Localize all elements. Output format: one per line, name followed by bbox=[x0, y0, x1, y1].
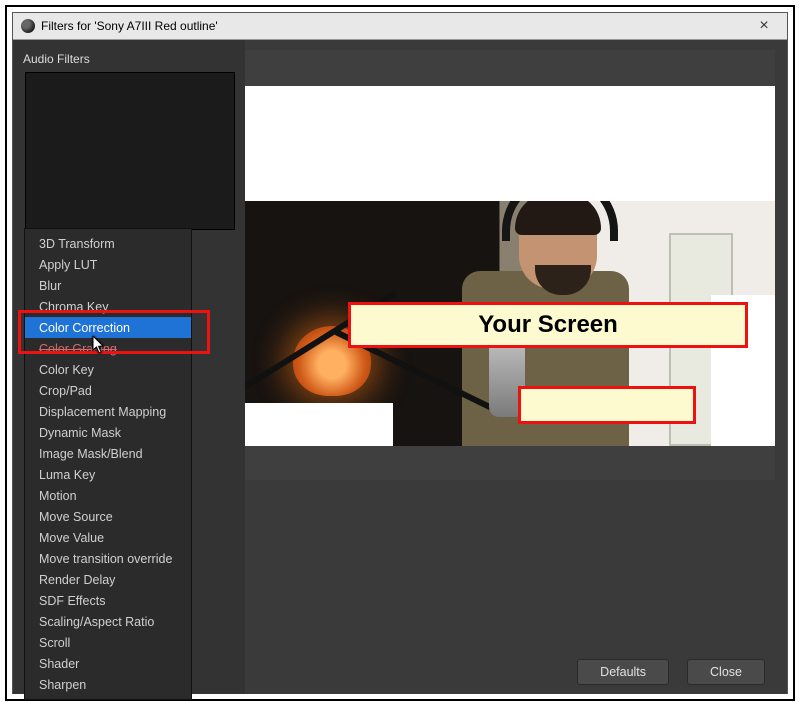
audio-filters-list[interactable] bbox=[25, 72, 235, 230]
menu-item-crop-pad[interactable]: Crop/Pad bbox=[25, 380, 191, 401]
menu-item-move-transition-override[interactable]: Move transition override bbox=[25, 548, 191, 569]
menu-item-render-delay[interactable]: Render Delay bbox=[25, 569, 191, 590]
menu-item-chroma-key[interactable]: Chroma Key bbox=[25, 296, 191, 317]
menu-item-motion[interactable]: Motion bbox=[25, 485, 191, 506]
titlebar[interactable]: Filters for 'Sony A7III Red outline' × bbox=[13, 13, 787, 40]
menu-item-luma-key[interactable]: Luma Key bbox=[25, 464, 191, 485]
menu-item-move-source[interactable]: Move Source bbox=[25, 506, 191, 527]
menu-item-color-grading[interactable]: Color Grading bbox=[25, 338, 191, 359]
defaults-button[interactable]: Defaults bbox=[577, 659, 669, 685]
audio-filters-label: Audio Filters bbox=[13, 48, 245, 72]
main-panel bbox=[245, 40, 787, 694]
menu-item-sdf-effects[interactable]: SDF Effects bbox=[25, 590, 191, 611]
menu-item-scaling-aspect-ratio[interactable]: Scaling/Aspect Ratio bbox=[25, 611, 191, 632]
menu-item-image-mask-blend[interactable]: Image Mask/Blend bbox=[25, 443, 191, 464]
menu-item-color-key[interactable]: Color Key bbox=[25, 359, 191, 380]
cursor-icon bbox=[92, 336, 106, 359]
menu-item-shader[interactable]: Shader bbox=[25, 653, 191, 674]
add-filter-menu[interactable]: 3D TransformApply LUTBlurChroma KeyColor… bbox=[24, 228, 192, 700]
window-title: Filters for 'Sony A7III Red outline' bbox=[41, 19, 749, 33]
menu-item-move-value[interactable]: Move Value bbox=[25, 527, 191, 548]
annotation-your-screen: Your Screen bbox=[348, 302, 748, 348]
menu-item-3d-transform[interactable]: 3D Transform bbox=[25, 233, 191, 254]
close-icon[interactable]: × bbox=[749, 17, 779, 35]
menu-item-color-correction[interactable]: Color Correction bbox=[25, 317, 191, 338]
obs-icon bbox=[21, 19, 35, 33]
menu-item-displacement-mapping[interactable]: Displacement Mapping bbox=[25, 401, 191, 422]
close-button[interactable]: Close bbox=[687, 659, 765, 685]
menu-item-dynamic-mask[interactable]: Dynamic Mask bbox=[25, 422, 191, 443]
menu-item-blur[interactable]: Blur bbox=[25, 275, 191, 296]
annotation-small bbox=[518, 386, 696, 424]
menu-item-sharpen[interactable]: Sharpen bbox=[25, 674, 191, 695]
menu-item-scroll[interactable]: Scroll bbox=[25, 632, 191, 653]
menu-item-apply-lut[interactable]: Apply LUT bbox=[25, 254, 191, 275]
